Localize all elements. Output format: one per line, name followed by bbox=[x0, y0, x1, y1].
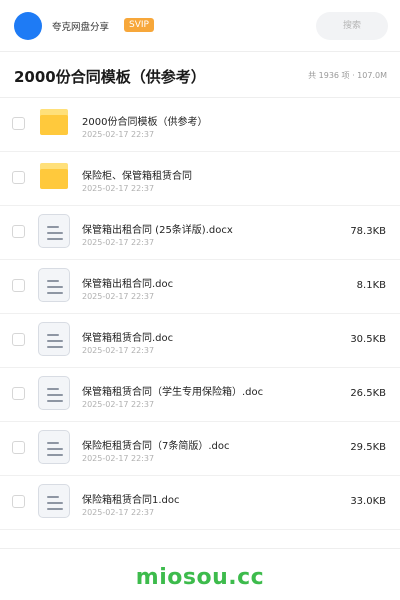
file-name: 保管箱出租合同 (25条详版).docx bbox=[82, 225, 233, 236]
file-date: 2025-02-17 22:37 bbox=[82, 184, 155, 193]
file-size: 29.5KB bbox=[350, 442, 386, 453]
file-list: 2000份合同模板（供参考） 2025-02-17 22:37 保险柜、保管箱租… bbox=[0, 98, 400, 530]
search-input[interactable]: 搜索 bbox=[316, 12, 388, 40]
list-item[interactable]: 保管箱租赁合同.doc 2025-02-17 22:37 30.5KB bbox=[0, 314, 400, 368]
file-date: 2025-02-17 22:37 bbox=[82, 238, 155, 247]
document-icon bbox=[38, 214, 70, 248]
list-item[interactable]: 保险柜租赁合同（7条简版）.doc 2025-02-17 22:37 29.5K… bbox=[0, 422, 400, 476]
share-title: 夸克网盘分享 bbox=[52, 22, 110, 33]
file-name: 保管箱出租合同.doc bbox=[82, 279, 174, 290]
select-checkbox[interactable] bbox=[12, 495, 25, 508]
document-icon bbox=[38, 322, 70, 356]
file-date: 2025-02-17 22:37 bbox=[82, 508, 155, 517]
select-checkbox[interactable] bbox=[12, 171, 25, 184]
watermark: miosou.cc bbox=[135, 565, 265, 590]
list-item[interactable]: 保险柜、保管箱租赁合同 2025-02-17 22:37 bbox=[0, 152, 400, 206]
file-name: 保险箱租赁合同1.doc bbox=[82, 495, 180, 506]
select-checkbox[interactable] bbox=[12, 333, 25, 346]
file-name: 2000份合同模板（供参考） bbox=[82, 117, 208, 128]
item-summary: 共 1936 项 · 107.0M bbox=[308, 71, 387, 80]
file-date: 2025-02-17 22:37 bbox=[82, 130, 155, 139]
select-checkbox[interactable] bbox=[12, 117, 25, 130]
file-date: 2025-02-17 22:37 bbox=[82, 400, 155, 409]
file-name: 保险柜租赁合同（7条简版）.doc bbox=[82, 441, 230, 452]
file-size: 78.3KB bbox=[350, 226, 386, 237]
footer: miosou.cc bbox=[0, 548, 400, 600]
file-date: 2025-02-17 22:37 bbox=[82, 346, 155, 355]
file-size: 8.1KB bbox=[356, 280, 386, 291]
file-size: 33.0KB bbox=[350, 496, 386, 507]
file-date: 2025-02-17 22:37 bbox=[82, 454, 155, 463]
top-bar: 夸克网盘分享 SVIP 搜索 bbox=[0, 0, 400, 52]
select-checkbox[interactable] bbox=[12, 387, 25, 400]
file-name: 保险柜、保管箱租赁合同 bbox=[82, 171, 192, 182]
folder-icon bbox=[40, 109, 68, 135]
list-item[interactable]: 保管箱出租合同 (25条详版).docx 2025-02-17 22:37 78… bbox=[0, 206, 400, 260]
file-size: 26.5KB bbox=[350, 388, 386, 399]
folder-header: 2000份合同模板（供参考） 共 1936 项 · 107.0M bbox=[0, 52, 400, 98]
file-name: 保管箱租赁合同.doc bbox=[82, 333, 174, 344]
svip-badge: SVIP bbox=[124, 18, 154, 32]
document-icon bbox=[38, 484, 70, 518]
list-item[interactable]: 保险箱租赁合同1.doc 2025-02-17 22:37 33.0KB bbox=[0, 476, 400, 530]
file-date: 2025-02-17 22:37 bbox=[82, 292, 155, 301]
list-item[interactable]: 保管箱出租合同.doc 2025-02-17 22:37 8.1KB bbox=[0, 260, 400, 314]
document-icon bbox=[38, 430, 70, 464]
select-checkbox[interactable] bbox=[12, 441, 25, 454]
list-item[interactable]: 2000份合同模板（供参考） 2025-02-17 22:37 bbox=[0, 98, 400, 152]
list-item[interactable]: 保管箱租赁合同（学生专用保险箱）.doc 2025-02-17 22:37 26… bbox=[0, 368, 400, 422]
folder-icon bbox=[40, 163, 68, 189]
file-name: 保管箱租赁合同（学生专用保险箱）.doc bbox=[82, 387, 264, 398]
file-size: 30.5KB bbox=[350, 334, 386, 345]
select-checkbox[interactable] bbox=[12, 279, 25, 292]
document-icon bbox=[38, 376, 70, 410]
page-title: 2000份合同模板（供参考） bbox=[14, 68, 206, 86]
select-checkbox[interactable] bbox=[12, 225, 25, 238]
document-icon bbox=[38, 268, 70, 302]
avatar[interactable] bbox=[14, 12, 42, 40]
